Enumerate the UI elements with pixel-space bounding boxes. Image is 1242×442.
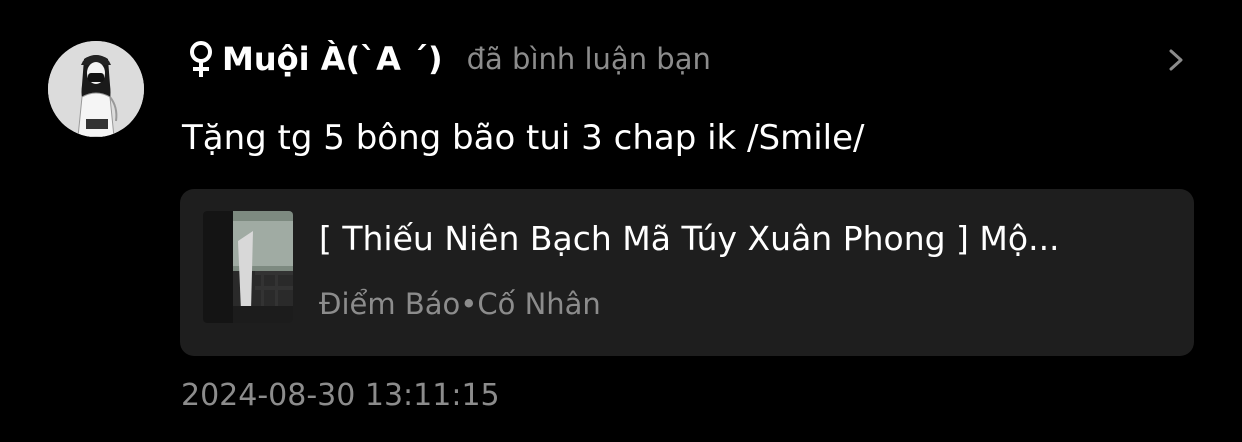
username[interactable]: Muội À(ˋA ˊ) [222,40,443,78]
notification-header: Muội À(ˋA ˊ) đã bình luận bạn [186,34,711,84]
chevron-right-icon[interactable] [1164,44,1188,76]
post-card[interactable]: [ Thiếu Niên Bạch Mã Túy Xuân Phong ] Mộ… [180,189,1194,356]
avatar-image [48,41,144,137]
comment-notification[interactable]: Muội À(ˋA ˊ) đã bình luận bạn Tặng tg 5 … [0,0,1242,442]
user-avatar[interactable] [48,41,144,137]
comment-text: Tặng tg 5 bông bão tui 3 chap ik /Smile/ [182,118,865,158]
female-gender-icon [190,41,212,77]
post-thumbnail [203,211,293,323]
post-title: [ Thiếu Niên Bạch Mã Túy Xuân Phong ] Mộ… [319,219,1060,258]
post-meta: Điểm Báo•Cố Nhân [319,287,601,321]
timestamp: 2024-08-30 13:11:15 [181,378,500,413]
action-text: đã bình luận bạn [466,42,711,76]
